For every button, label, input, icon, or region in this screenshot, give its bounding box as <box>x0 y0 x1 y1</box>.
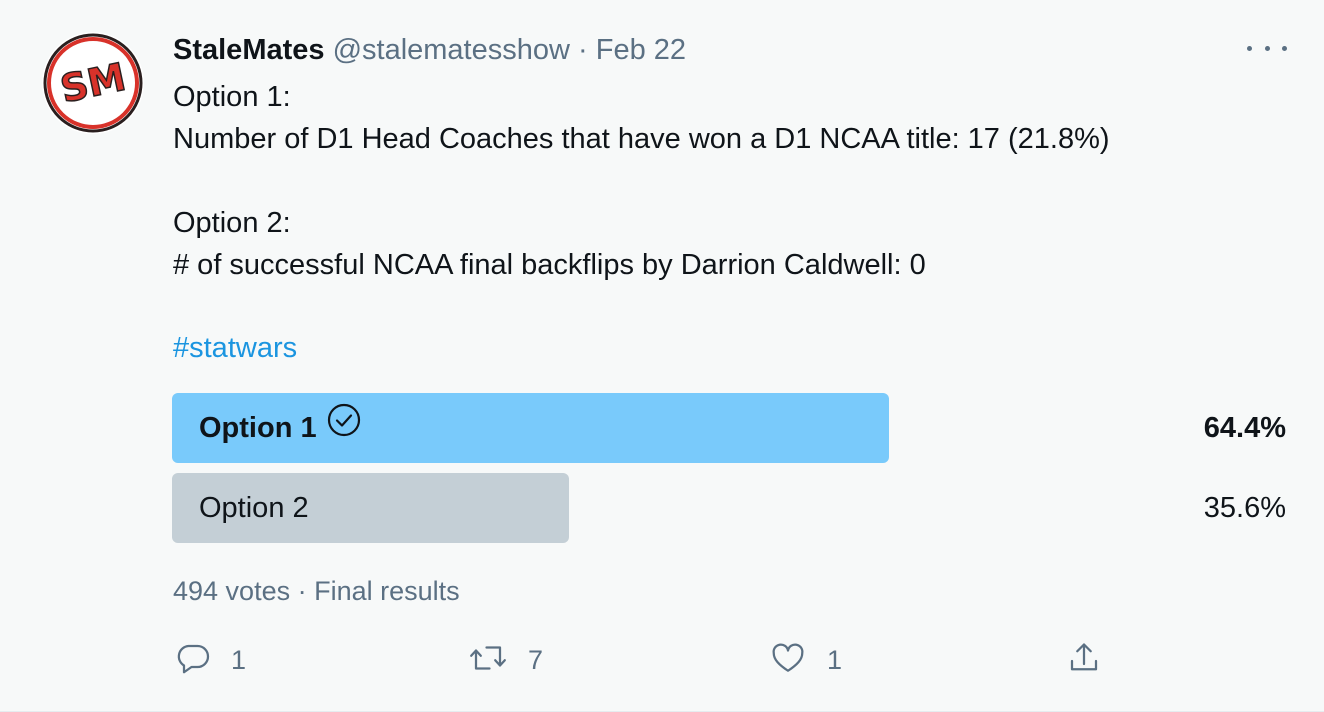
poll-meta-separator: · <box>297 576 307 606</box>
poll-option-label: Option 2 <box>199 473 309 543</box>
avatar-logo: SM <box>43 33 143 133</box>
heart-icon[interactable] <box>769 640 807 681</box>
poll-status: Final results <box>314 576 460 606</box>
poll-votes: 494 votes <box>173 576 291 606</box>
reply-button[interactable]: 1 <box>175 640 246 680</box>
share-button[interactable] <box>1066 640 1102 680</box>
reply-icon[interactable] <box>175 640 211 681</box>
header-separator: · <box>578 34 588 66</box>
poll-option-2: Option 2 35.6% <box>172 473 1286 543</box>
reply-count: 1 <box>231 644 247 675</box>
retweet-icon[interactable] <box>468 640 508 681</box>
like-count: 1 <box>827 644 843 675</box>
tweet-card[interactable]: SM StaleMates @stalematesshow · Feb 22 O… <box>0 0 1324 712</box>
poll-option-text: Option 1 <box>199 412 317 444</box>
display-name[interactable]: StaleMates <box>173 34 325 66</box>
retweet-button[interactable]: 7 <box>468 640 543 680</box>
poll-percent: 64.4% <box>1203 412 1286 444</box>
tweet-text-line: Option 1: <box>173 81 291 113</box>
tweet-text-line: Option 2: <box>173 207 291 239</box>
tweet-text-line: Number of D1 Head Coaches that have won … <box>173 123 1110 155</box>
tweet-text: Option 1: Number of D1 Head Coaches that… <box>173 76 1283 286</box>
check-circle-icon <box>327 393 361 463</box>
poll-option-label: Option 1 <box>199 393 361 463</box>
poll-percent: 35.6% <box>1203 492 1286 524</box>
more-horizontal-icon[interactable] <box>1247 36 1287 60</box>
tweet-text-line <box>173 160 1283 202</box>
poll-meta: 494 votes · Final results <box>173 572 460 610</box>
like-button[interactable]: 1 <box>769 640 842 680</box>
tweet-date[interactable]: Feb 22 <box>596 34 686 66</box>
share-icon[interactable] <box>1066 639 1102 682</box>
tweet-header: StaleMates @stalematesshow · Feb 22 <box>173 30 686 70</box>
poll-option-1: Option 1 64.4% <box>172 393 1286 463</box>
avatar[interactable]: SM <box>42 32 144 134</box>
tweet-text-line: # of successful NCAA final backflips by … <box>173 249 926 281</box>
retweet-count: 7 <box>528 644 544 675</box>
hashtag-link[interactable]: #statwars <box>173 328 297 368</box>
user-handle[interactable]: @stalematesshow <box>333 34 570 66</box>
poll-option-text: Option 2 <box>199 492 309 524</box>
